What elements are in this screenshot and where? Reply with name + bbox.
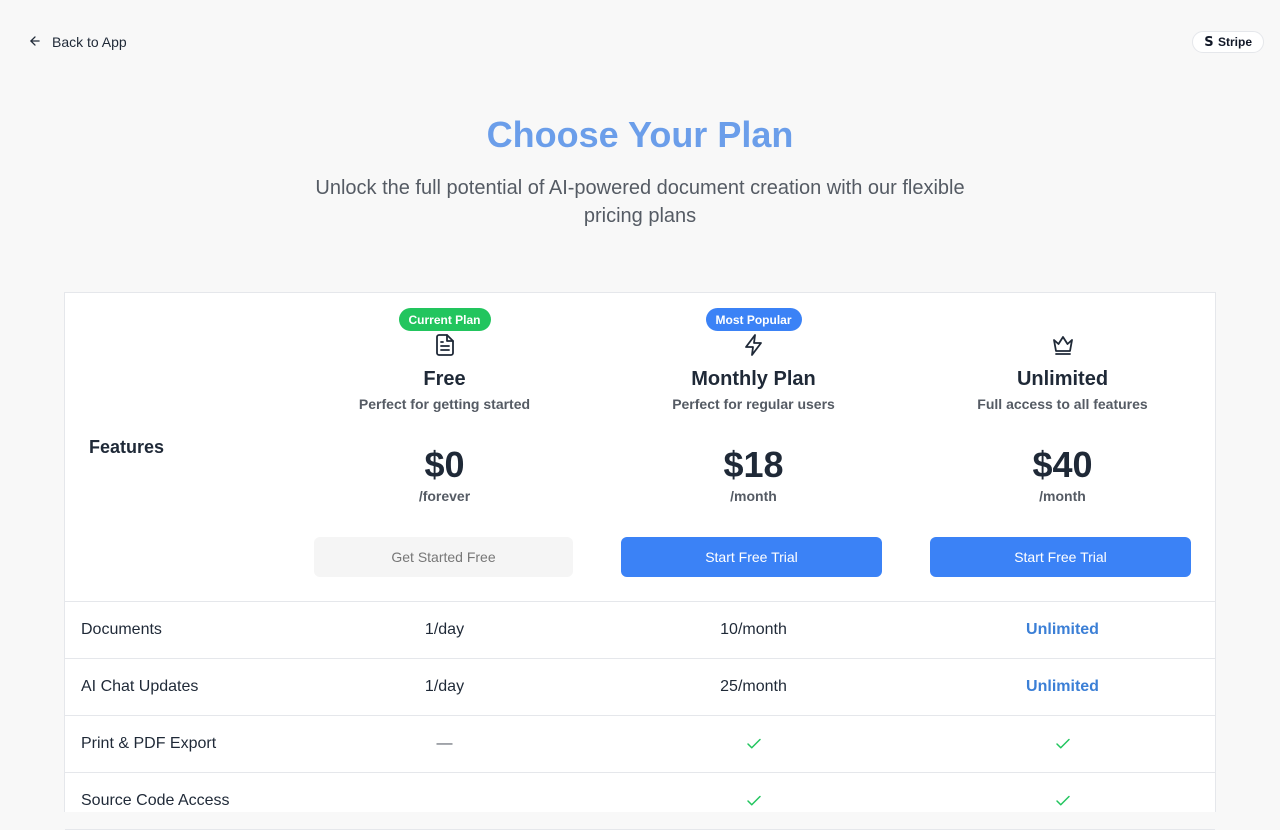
feature-value-free (290, 773, 599, 829)
page-subtitle: Unlock the full potential of AI-powered … (315, 177, 965, 227)
feature-row-source-code-access: Source Code Access (65, 773, 1215, 830)
feature-name: Documents (81, 621, 162, 638)
plan-period: /forever (418, 488, 471, 504)
feature-value-free: 1/day (424, 621, 465, 638)
feature-value-unlimited: Unlimited (1026, 678, 1099, 695)
plan-name: Free (423, 368, 466, 390)
feature-name: Source Code Access (81, 792, 230, 809)
plans-header-row: Features Current Plan Free Perfect for g… (65, 293, 1215, 602)
check-icon (599, 773, 908, 829)
plan-unlimited: Unlimited Full access to all features $4… (908, 293, 1217, 602)
plan-description: Perfect for getting started (358, 396, 531, 412)
document-icon (433, 333, 457, 357)
feature-value-monthly: 25/month (720, 678, 787, 695)
feature-value-free: 1/day (424, 678, 465, 695)
stripe-s-icon: S (1204, 34, 1214, 50)
plan-free: Current Plan Free Perfect for getting st… (290, 293, 599, 602)
plan-price: $0 (424, 444, 465, 485)
pricing-table: Features Current Plan Free Perfect for g… (64, 292, 1216, 830)
plan-description: Full access to all features (977, 396, 1148, 412)
check-icon (908, 773, 1217, 829)
features-heading: Features (89, 437, 165, 457)
most-popular-badge: Most Popular (705, 308, 802, 331)
back-to-app-label: Back to App (52, 34, 127, 50)
plan-name: Unlimited (1016, 368, 1109, 390)
back-to-app-link[interactable]: Back to App (28, 31, 127, 53)
crown-icon (1051, 333, 1075, 357)
stripe-badge: S Stripe (1192, 31, 1264, 53)
plan-monthly: Most Popular Monthly Plan Perfect for re… (599, 293, 908, 602)
lightning-icon (742, 333, 766, 357)
check-icon (908, 716, 1217, 772)
page-title: Choose Your Plan (486, 114, 794, 155)
feature-name: Print & PDF Export (81, 735, 217, 752)
plan-period: /month (730, 488, 777, 504)
stripe-label: Stripe (1217, 35, 1252, 49)
plan-period: /month (1039, 488, 1086, 504)
feature-row-print-pdf-export: Print & PDF Export — (65, 716, 1215, 773)
feature-row-ai-chat-updates: AI Chat Updates 1/day 25/month Unlimited (65, 659, 1215, 716)
get-started-free-button[interactable]: Get Started Free (314, 537, 573, 577)
start-free-trial-monthly-button[interactable]: Start Free Trial (621, 537, 882, 577)
feature-value-unlimited: Unlimited (1026, 621, 1099, 638)
top-bar: Back to App S Stripe (0, 0, 1280, 84)
arrow-left-icon (28, 34, 42, 51)
check-icon (599, 716, 908, 772)
plan-name: Monthly Plan (691, 368, 816, 390)
current-plan-badge: Current Plan (398, 308, 491, 331)
feature-name: AI Chat Updates (81, 678, 199, 695)
feature-row-documents: Documents 1/day 10/month Unlimited (65, 602, 1215, 659)
feature-value-monthly: 10/month (720, 621, 787, 638)
start-free-trial-unlimited-button[interactable]: Start Free Trial (930, 537, 1191, 577)
plan-price: $40 (1032, 444, 1093, 485)
hero-section: Choose Your Plan Unlock the full potenti… (0, 112, 1280, 230)
feature-value-free: — (436, 735, 453, 752)
plan-description: Perfect for regular users (672, 396, 835, 412)
plan-price: $18 (723, 444, 784, 485)
